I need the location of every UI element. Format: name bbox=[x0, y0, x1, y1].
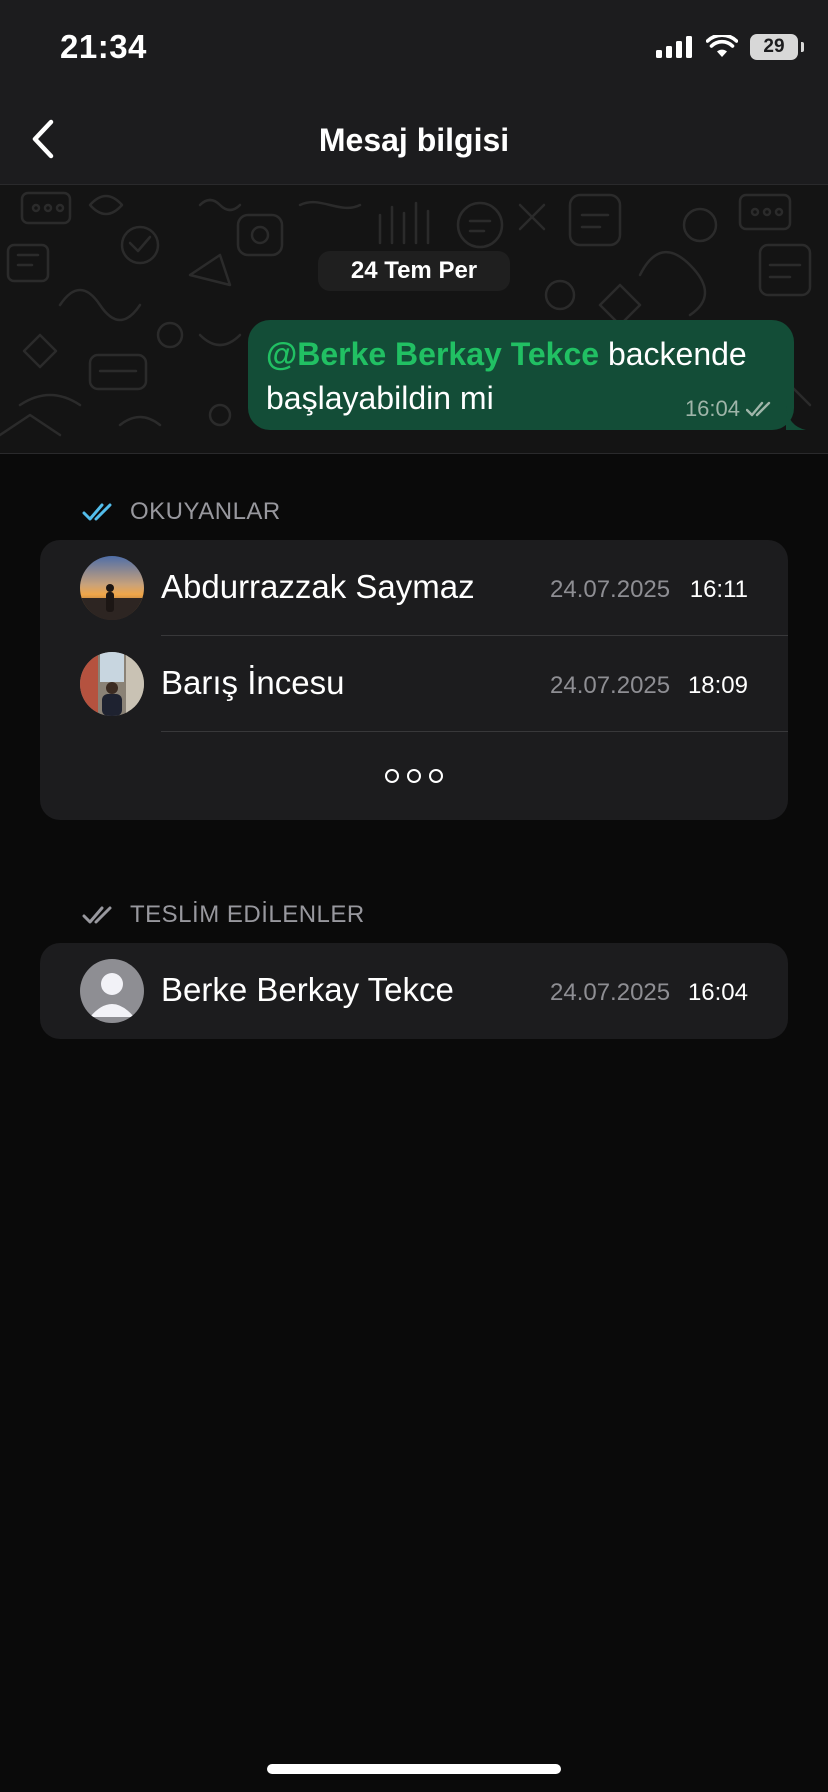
message-mention[interactable]: @Berke Berkay Tekce bbox=[266, 336, 599, 372]
battery-icon: 29 bbox=[750, 34, 804, 60]
contact-name: Berke Berkay Tekce bbox=[161, 971, 454, 1008]
sunset-photo-avatar bbox=[80, 556, 144, 620]
chat-preview: 24 Tem Per @Berke Berkay Tekce backende … bbox=[0, 185, 828, 454]
more-button[interactable] bbox=[40, 732, 788, 820]
contact-name: Abdurrazzak Saymaz bbox=[161, 568, 475, 605]
list-item[interactable]: Abdurrazzak Saymaz 24.07.2025 16:11 bbox=[40, 540, 788, 636]
double-check-blue-icon bbox=[82, 503, 112, 521]
message-meta: 16:04 bbox=[685, 396, 776, 422]
contact-date: 24.07.2025 bbox=[550, 576, 671, 603]
signal-icon bbox=[656, 36, 692, 58]
contact-name: Barış İncesu bbox=[161, 664, 345, 701]
more-dots-icon bbox=[385, 769, 443, 783]
bubble-tail bbox=[786, 406, 806, 430]
status-time: 21:34 bbox=[60, 28, 147, 65]
avatar bbox=[80, 959, 144, 1023]
list-item[interactable]: Berke Berkay Tekce 24.07.2025 16:04 bbox=[40, 943, 788, 1039]
double-check-icon bbox=[746, 401, 771, 417]
status-icons: 29 bbox=[656, 34, 804, 60]
page-title: Mesaj bilgisi bbox=[318, 122, 510, 158]
message-time: 16:04 bbox=[684, 396, 740, 421]
delivered-section-header: TESLİM EDİLENLER bbox=[82, 901, 365, 929]
contact-time: 16:04 bbox=[687, 979, 748, 1006]
nav-bar: Mesaj bilgisi bbox=[0, 96, 828, 185]
contact-time: 16:11 bbox=[689, 576, 748, 603]
avatar bbox=[80, 652, 144, 716]
delivered-section-title: TESLİM EDİLENLER bbox=[130, 901, 365, 928]
read-section-title: OKUYANLAR bbox=[130, 498, 281, 525]
message-bubble[interactable]: @Berke Berkay Tekce backende başlayabild… bbox=[248, 320, 806, 430]
list-item[interactable]: Barış İncesu 24.07.2025 18:09 bbox=[40, 636, 788, 732]
contact-date: 24.07.2025 bbox=[550, 672, 671, 699]
status-bar: 21:34 29 bbox=[0, 0, 828, 96]
contact-date: 24.07.2025 bbox=[550, 979, 671, 1006]
date-label: 24 Tem Per bbox=[318, 251, 510, 291]
battery-level: 29 bbox=[763, 36, 785, 57]
read-section-header: OKUYANLAR bbox=[82, 498, 281, 526]
contact-time: 18:09 bbox=[687, 672, 748, 699]
default-person-avatar bbox=[80, 959, 144, 1023]
home-indicator[interactable] bbox=[267, 1764, 561, 1774]
wifi-icon bbox=[706, 35, 738, 57]
street-photo-avatar bbox=[80, 652, 144, 716]
avatar bbox=[80, 556, 144, 620]
read-list: Abdurrazzak Saymaz 24.07.2025 16:11 Barı… bbox=[40, 540, 788, 820]
delivered-list: Berke Berkay Tekce 24.07.2025 16:04 bbox=[40, 943, 788, 1039]
double-check-gray-icon bbox=[82, 906, 112, 924]
